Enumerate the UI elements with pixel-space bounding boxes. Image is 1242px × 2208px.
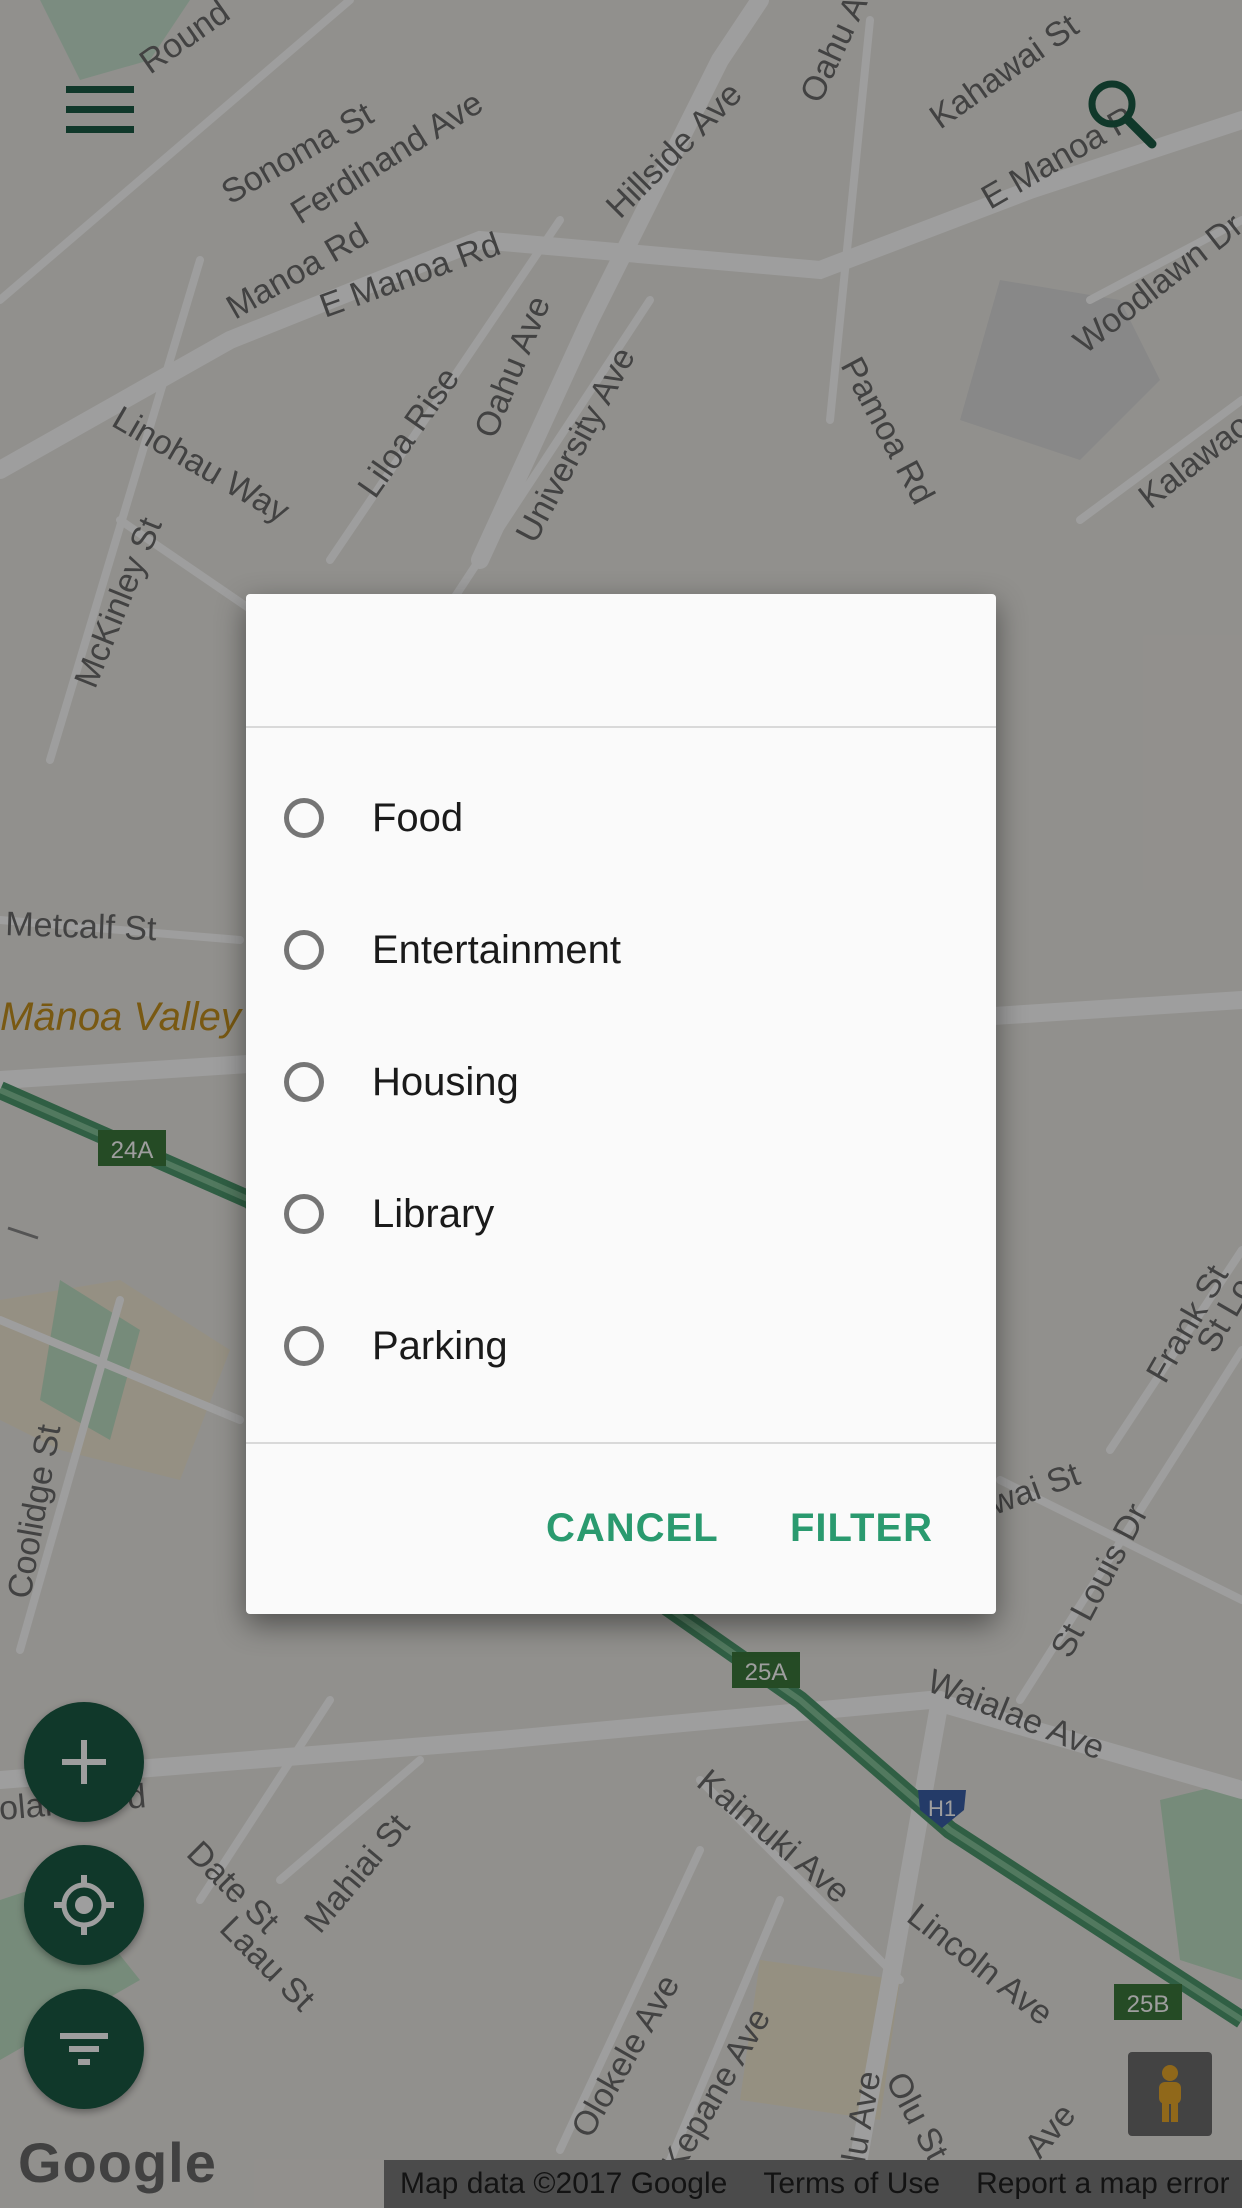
divider	[246, 1442, 996, 1444]
cancel-button[interactable]: CANCEL	[546, 1506, 719, 1551]
filter-button[interactable]: FILTER	[790, 1506, 933, 1551]
radio-button[interactable]	[284, 1062, 324, 1102]
radio-button[interactable]	[284, 1326, 324, 1366]
option-label: Library	[372, 1191, 495, 1236]
option-label: Entertainment	[372, 927, 622, 972]
option-parking[interactable]: Parking	[246, 1280, 996, 1412]
option-food[interactable]: Food	[246, 752, 996, 884]
option-library[interactable]: Library	[246, 1148, 996, 1280]
option-label: Housing	[372, 1059, 519, 1104]
option-entertainment[interactable]: Entertainment	[246, 884, 996, 1016]
radio-button[interactable]	[284, 930, 324, 970]
option-housing[interactable]: Housing	[246, 1016, 996, 1148]
radio-button[interactable]	[284, 798, 324, 838]
filter-dialog: Food Entertainment Housing Library Parki…	[246, 594, 996, 1614]
radio-button[interactable]	[284, 1194, 324, 1234]
dialog-header	[246, 594, 996, 728]
option-label: Parking	[372, 1323, 508, 1368]
option-label: Food	[372, 795, 464, 840]
